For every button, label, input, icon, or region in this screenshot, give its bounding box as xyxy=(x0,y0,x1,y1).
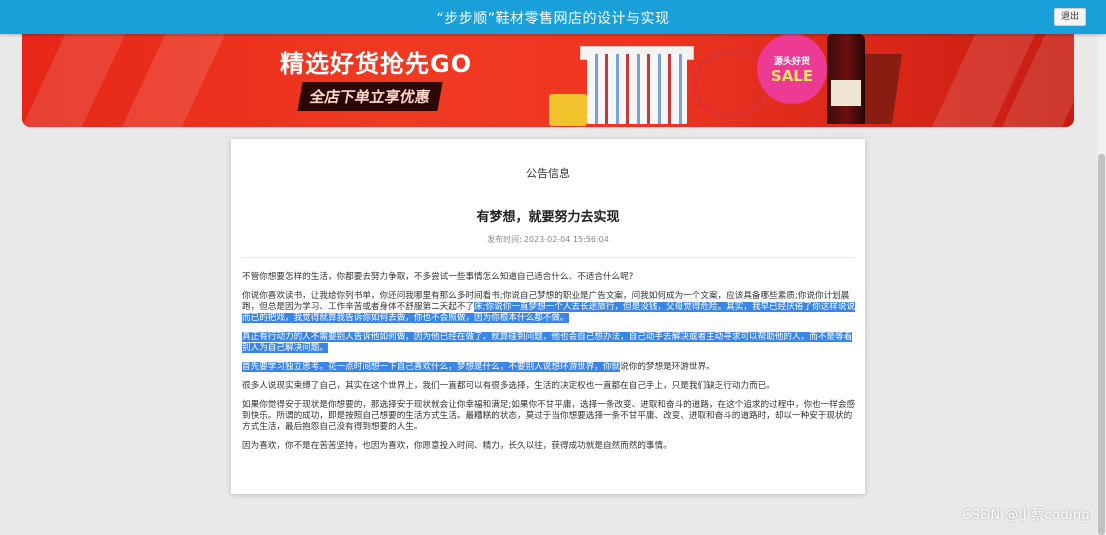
site-title: “步步顺”鞋材零售网店的设计与实现 xyxy=(436,11,670,27)
top-header: “步步顺”鞋材零售网店的设计与实现 退出 xyxy=(0,0,1106,34)
sale-badge-label: SALE xyxy=(770,66,814,85)
divider xyxy=(241,257,855,258)
publish-time-value: 2023-02-04 15:56:04 xyxy=(523,235,609,244)
paragraph-text: 说你的梦想是环游世界。 xyxy=(620,362,715,372)
notice-card: 公告信息 有梦想，就要努力去实现 发布时间: 2023-02-04 15:56:0… xyxy=(231,139,865,494)
product-tin-image xyxy=(549,94,587,126)
bottle-label xyxy=(831,80,861,106)
article-paragraph: 不管你想要怎样的生活，你都要去努力争取，不多尝试一些事情怎么知道自己适合什么、不… xyxy=(242,272,856,283)
promo-banner[interactable]: 精选好货抢先GO 全店下单立享优惠 源头好货 SALE xyxy=(22,34,1074,127)
sale-badge-subtitle: 源头好货 xyxy=(773,56,810,67)
selected-text: 真正有行动力的人不需要别人告诉他如何做，因为他已经在做了。就算碰到问题，他也会自… xyxy=(242,332,853,353)
publish-time-label: 发布时间: xyxy=(487,235,522,244)
article-paragraph: 首先要学习独立思考。花一点时间想一下自己喜欢什么，梦想是什么，不要别人说想环游世… xyxy=(242,362,856,373)
gift-box-image xyxy=(587,54,687,124)
banner-stripe xyxy=(109,34,235,127)
paragraph-text: 很多人说现实束缚了自己，其实在这个世界上，我们一直都可以有很多选择，生活的决定权… xyxy=(242,381,775,391)
article-title: 有梦想，就要努力去实现 xyxy=(476,210,620,225)
page-scrollbar[interactable] xyxy=(1097,34,1106,535)
logout-button[interactable]: 退出 xyxy=(1054,8,1086,26)
banner-headline: 精选好货抢先GO xyxy=(280,50,473,78)
article-paragraph: 如果你觉得安于现状是你想要的，那选择安于现状就会让你幸福和满足;如果你不甘平庸，… xyxy=(242,400,856,433)
publish-time: 发布时间: 2023-02-04 15:56:04 xyxy=(231,234,865,245)
article-body: 不管你想要怎样的生活，你都要去努力争取，不多尝试一些事情怎么知道自己适合什么、不… xyxy=(242,272,856,460)
article-paragraph: 真正有行动力的人不需要别人告诉他如何做，因为他已经在做了。就算碰到问题，他也会自… xyxy=(242,332,856,354)
section-title: 公告信息 xyxy=(526,167,570,180)
paragraph-text: 因为喜欢，你不是在苦苦坚持，也因为喜欢，你愿意投入时间、精力，长久以往，获得成功… xyxy=(242,441,672,451)
scrollbar-thumb[interactable] xyxy=(1098,154,1105,535)
article-paragraph: 很多人说现实束缚了自己，其实在这个世界上，我们一直都可以有很多选择，生活的决定权… xyxy=(242,381,856,392)
selected-text: 首先要学习独立思考。花一点时间想一下自己喜欢什么，梦想是什么，不要别人说想环游世… xyxy=(242,362,621,372)
sale-badge: 源头好货 SALE xyxy=(757,34,827,104)
banner-stripe xyxy=(22,34,135,127)
watermark: CSDN @小蔡coding xyxy=(962,508,1090,523)
banner-promo: 全店下单立享优惠 xyxy=(297,82,443,111)
wine-bottle-image xyxy=(827,34,865,124)
article-paragraph: 因为喜欢，你不是在苦苦坚持，也因为喜欢，你愿意投入时间、精力，长久以往，获得成功… xyxy=(242,441,856,452)
article-paragraph: 你说你喜欢读书，让我给你列书单，你还问我哪里有那么多时间看书;你说自己梦想的职业… xyxy=(242,291,856,324)
paragraph-text: 如果你觉得安于现状是你想要的，那选择安于现状就会让你幸福和满足;如果你不甘平庸，… xyxy=(242,400,856,432)
paragraph-text: 不管你想要怎样的生活，你都要去努力争取，不多尝试一些事情怎么知道自己适合什么、不… xyxy=(242,272,634,282)
